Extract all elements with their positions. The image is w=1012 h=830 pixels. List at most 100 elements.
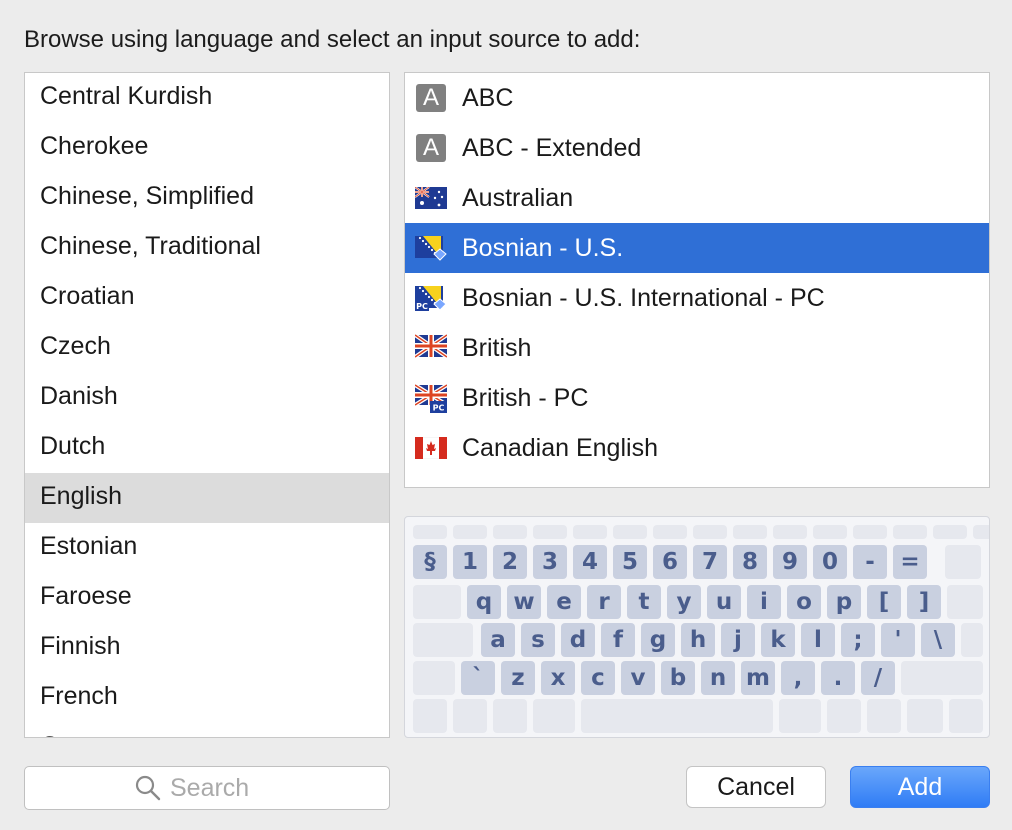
keyboard-key: d bbox=[561, 623, 595, 657]
keyboard-key-blank bbox=[493, 525, 527, 539]
language-item[interactable]: Cherokee bbox=[25, 123, 389, 173]
keyboard-row: § 1 2 3 4 5 6 7 8 9 0- = bbox=[405, 545, 989, 581]
uk-flag-icon bbox=[415, 333, 447, 362]
language-item[interactable]: Estonian bbox=[25, 523, 389, 573]
keyboard-key: 0 bbox=[813, 545, 847, 579]
keyboard-key: l bbox=[801, 623, 835, 657]
keyboard-key: k bbox=[761, 623, 795, 657]
keyboard-key: 8 bbox=[733, 545, 767, 579]
input-source-label: Bosnian - U.S. International - PC bbox=[462, 283, 825, 312]
keyboard-key: i bbox=[747, 585, 781, 619]
keyboard-key: z bbox=[501, 661, 535, 695]
keyboard-key: r bbox=[587, 585, 621, 619]
keyboard-key: 1 bbox=[453, 545, 487, 579]
language-item[interactable]: French bbox=[25, 673, 389, 723]
language-item[interactable]: Finnish bbox=[25, 623, 389, 673]
language-item[interactable]: Danish bbox=[25, 373, 389, 423]
keyboard-key: u bbox=[707, 585, 741, 619]
keyboard-row: ` z x c v b n m,. / bbox=[405, 661, 989, 697]
keyboard-key-blank bbox=[907, 699, 943, 733]
input-source-item[interactable]: A ABC bbox=[405, 73, 989, 123]
search-icon bbox=[135, 775, 161, 801]
keyboard-key-blank bbox=[453, 525, 487, 539]
keyboard-key: ` bbox=[461, 661, 495, 695]
keyboard-key: y bbox=[667, 585, 701, 619]
language-item[interactable]: Croatian bbox=[25, 273, 389, 323]
letter-a-badge: A bbox=[416, 134, 446, 162]
input-source-item[interactable]: Australian bbox=[405, 173, 989, 223]
keyboard-key: h bbox=[681, 623, 715, 657]
keyboard-row bbox=[405, 699, 989, 735]
keyboard-key: / bbox=[861, 661, 895, 695]
input-source-list[interactable]: A ABC A ABC - Extended Australian Bosnia… bbox=[404, 72, 990, 488]
keyboard-key-blank bbox=[853, 525, 887, 539]
input-source-label: Bosnian - U.S. bbox=[462, 233, 624, 262]
keyboard-key: ] bbox=[907, 585, 941, 619]
language-item[interactable]: Czech bbox=[25, 323, 389, 373]
input-source-item[interactable]: British bbox=[405, 323, 989, 373]
keyboard-key: [ bbox=[867, 585, 901, 619]
keyboard-key: m bbox=[741, 661, 775, 695]
keyboard-key: § bbox=[413, 545, 447, 579]
language-item[interactable]: Chinese, Simplified bbox=[25, 173, 389, 223]
svg-text:PC: PC bbox=[416, 302, 428, 311]
keyboard-key-blank bbox=[867, 699, 901, 733]
keyboard-key-blank bbox=[413, 661, 455, 695]
keyboard-row: a s d f g h j k l; ' \ bbox=[405, 623, 989, 659]
keyboard-key-blank bbox=[693, 525, 727, 539]
language-item[interactable]: German bbox=[25, 723, 389, 737]
keyboard-key-blank bbox=[413, 699, 447, 733]
keyboard-key-blank bbox=[413, 585, 461, 619]
keyboard-key-blank bbox=[945, 545, 981, 579]
keyboard-key: w bbox=[507, 585, 541, 619]
letter-badge-icon bbox=[425, 487, 455, 488]
keyboard-key: 4 bbox=[573, 545, 607, 579]
cancel-button[interactable]: Cancel bbox=[686, 766, 826, 808]
keyboard-key: a bbox=[481, 623, 515, 657]
keyboard-key: j bbox=[721, 623, 755, 657]
keyboard-key: = bbox=[893, 545, 927, 579]
keyboard-key-blank bbox=[453, 699, 487, 733]
keyboard-key: v bbox=[621, 661, 655, 695]
keyboard-key: o bbox=[787, 585, 821, 619]
svg-text:PC: PC bbox=[433, 404, 445, 413]
keyboard-key-blank bbox=[773, 525, 807, 539]
keyboard-key-blank bbox=[813, 525, 847, 539]
language-item[interactable]: Faroese bbox=[25, 573, 389, 623]
keyboard-key-blank bbox=[733, 525, 767, 539]
letter-a-badge: A bbox=[416, 84, 446, 112]
keyboard-row: q w e r t y u i o p[] bbox=[405, 585, 989, 621]
keyboard-key-blank bbox=[613, 525, 647, 539]
keyboard-key-blank bbox=[893, 525, 927, 539]
input-source-item-partial[interactable] bbox=[405, 473, 989, 488]
input-source-label: ABC bbox=[462, 83, 514, 112]
keyboard-key-blank bbox=[961, 623, 983, 657]
keyboard-key: \ bbox=[921, 623, 955, 657]
keyboard-key: 7 bbox=[693, 545, 727, 579]
input-source-item[interactable]: PC British - PC bbox=[405, 373, 989, 423]
input-source-item[interactable]: A ABC - Extended bbox=[405, 123, 989, 173]
input-source-item[interactable]: PC Bosnian - U.S. International - PC bbox=[405, 273, 989, 323]
keyboard-key-blank bbox=[779, 699, 821, 733]
keyboard-key-blank bbox=[581, 699, 773, 733]
language-item[interactable]: English bbox=[25, 473, 389, 523]
keyboard-key-blank bbox=[533, 525, 567, 539]
keyboard-key: , bbox=[781, 661, 815, 695]
letter-a-icon: A bbox=[415, 134, 447, 162]
search-input[interactable] bbox=[170, 773, 280, 803]
language-item[interactable]: Dutch bbox=[25, 423, 389, 473]
keyboard-key: t bbox=[627, 585, 661, 619]
keyboard-key-blank bbox=[493, 699, 527, 733]
keyboard-key-blank bbox=[973, 525, 989, 539]
input-source-item[interactable]: Bosnian - U.S. bbox=[405, 223, 989, 273]
add-button[interactable]: Add bbox=[850, 766, 990, 808]
keyboard-key-blank bbox=[653, 525, 687, 539]
keyboard-preview: § 1 2 3 4 5 6 7 8 9 0- = q w e r t y u i o p[] a s d f g h j k l; ' \ ` z x… bbox=[404, 516, 990, 738]
input-source-label: ABC - Extended bbox=[462, 133, 642, 162]
language-list[interactable]: Central Kurdish Cherokee Chinese, Simplifi… bbox=[24, 72, 390, 738]
keyboard-key: n bbox=[701, 661, 735, 695]
search-field[interactable] bbox=[24, 766, 390, 810]
language-item[interactable]: Chinese, Traditional bbox=[25, 223, 389, 273]
input-source-item[interactable]: Canadian English bbox=[405, 423, 989, 473]
language-item[interactable]: Central Kurdish bbox=[25, 73, 389, 123]
